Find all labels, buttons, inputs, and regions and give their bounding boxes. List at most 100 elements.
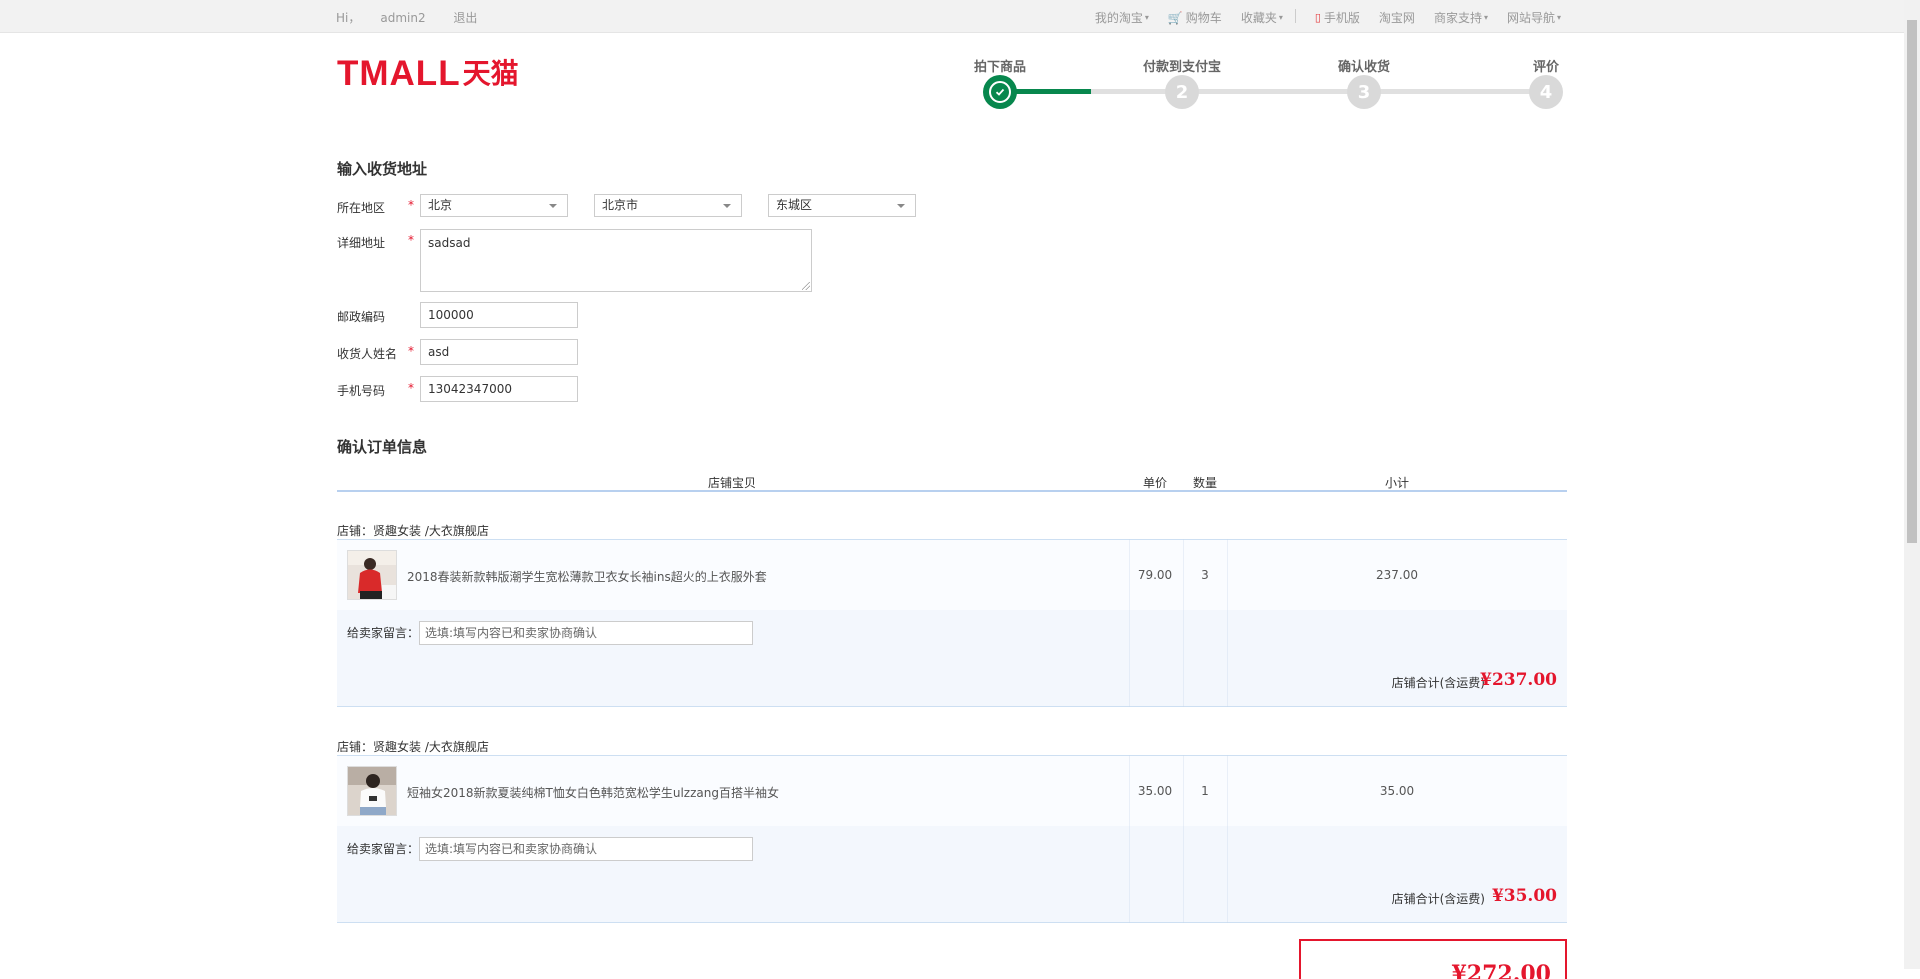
- logout-link[interactable]: 退出: [453, 11, 477, 25]
- shop-name: 店铺：贤趣女装 /大衣旗舰店: [337, 524, 489, 538]
- seller-message-placeholder: 选填:填写内容已和卖家协商确认: [425, 626, 598, 640]
- receiver-name-input[interactable]: asd: [420, 339, 578, 365]
- seller-message-row: 给卖家留言： 选填:填写内容已和卖家协商确认: [337, 610, 1567, 656]
- merchant-label: 商家支持: [1433, 11, 1482, 25]
- header-divider: [337, 490, 1567, 492]
- seller-message-row: 给卖家留言： 选填:填写内容已和卖家协商确认: [337, 826, 1567, 872]
- divider: [1294, 9, 1296, 23]
- quantity: 1: [1201, 784, 1209, 798]
- favorites-label: 收藏夹: [1240, 11, 1277, 25]
- seller-message-input[interactable]: 选填:填写内容已和卖家协商确认: [419, 837, 753, 861]
- postcode-label: 邮政编码: [337, 310, 386, 324]
- unit-price: 79.00: [1137, 568, 1173, 582]
- postcode-input[interactable]: 100000: [420, 302, 578, 328]
- merchant-support-menu[interactable]: 商家支持 ▾: [1434, 9, 1488, 26]
- phone-icon: ▯: [1314, 11, 1321, 24]
- chevron-down-icon: ▾: [1483, 13, 1488, 22]
- seller-message-input[interactable]: 选填:填写内容已和卖家协商确认: [419, 621, 753, 645]
- shop-name: 店铺：贤趣女装 /大衣旗舰店: [337, 740, 489, 754]
- district-value: 东城区: [776, 198, 813, 212]
- order-section-title: 确认订单信息: [337, 438, 428, 456]
- district-select[interactable]: 东城区: [768, 194, 916, 217]
- my-taobao-menu[interactable]: 我的淘宝 ▾: [1095, 9, 1149, 26]
- phone-input[interactable]: 13042347000: [420, 376, 578, 402]
- phone-value: 13042347000: [428, 382, 512, 396]
- check-icon: [989, 81, 1011, 103]
- logo-chinese: 天猫: [462, 57, 519, 90]
- city-value: 北京市: [602, 198, 639, 212]
- step-label-1: 拍下商品: [973, 60, 1027, 75]
- dropdown-caret-icon: [549, 204, 557, 208]
- province-select[interactable]: 北京: [420, 194, 568, 217]
- scrollbar-thumb[interactable]: [1907, 20, 1917, 543]
- required-mark: *: [408, 344, 414, 358]
- product-thumbnail[interactable]: [347, 550, 397, 600]
- step-label-2: 付款到支付宝: [1142, 60, 1222, 75]
- site-nav-label: 网站导航: [1506, 11, 1555, 25]
- vertical-scrollbar[interactable]: [1904, 0, 1920, 969]
- detail-address-textarea[interactable]: sadsad: [420, 229, 812, 292]
- required-mark: *: [408, 233, 414, 247]
- quantity: 3: [1201, 568, 1209, 582]
- line-subtotal: 237.00: [1376, 568, 1418, 582]
- col-item-header: 店铺宝贝: [707, 476, 757, 490]
- dropdown-caret-icon: [723, 204, 731, 208]
- seller-message-label: 给卖家留言：: [347, 842, 420, 856]
- address-section-title: 输入收货地址: [337, 160, 428, 178]
- site-nav-menu[interactable]: 网站导航 ▾: [1507, 9, 1561, 26]
- receiver-name-label: 收货人姓名: [337, 347, 398, 361]
- product-thumbnail[interactable]: [347, 766, 397, 816]
- column-divider: [1183, 755, 1184, 923]
- tmall-logo[interactable]: TMALL 天猫: [337, 56, 519, 91]
- shop-order-block: 短袖女2018新款夏装纯棉T恤女白色韩范宽松学生ulzzang百搭半袖女 35.…: [337, 755, 1567, 923]
- my-taobao-label: 我的淘宝: [1094, 11, 1143, 25]
- step-circle-2: 2: [1165, 75, 1199, 109]
- column-divider: [1183, 539, 1184, 707]
- province-value: 北京: [428, 198, 453, 212]
- step-label-4: 评价: [1532, 60, 1560, 75]
- shop-order-block: 2018春装新款韩版潮学生宽松薄款卫衣女长袖ins超火的上衣服外套 79.00 …: [337, 539, 1567, 707]
- shop-total-row: 店铺合计(含运费) ¥35.00: [337, 872, 1567, 923]
- step-circle-4: 4: [1529, 75, 1563, 109]
- region-label: 所在地区: [337, 201, 386, 215]
- shop-total-value: ¥35.00: [1491, 886, 1557, 906]
- shop-total-label: 店铺合计(含运费): [1391, 892, 1485, 906]
- chevron-down-icon: ▾: [1278, 13, 1283, 22]
- step-label-3: 确认收货: [1337, 60, 1391, 75]
- city-select[interactable]: 北京市: [594, 194, 742, 217]
- favorites-menu[interactable]: 收藏夹 ▾: [1241, 9, 1283, 26]
- mobile-link[interactable]: ▯ 手机版: [1315, 9, 1360, 26]
- chevron-down-icon: ▾: [1144, 13, 1149, 22]
- grand-total-value: ¥272.00: [1451, 961, 1551, 979]
- phone-label: 手机号码: [337, 384, 386, 398]
- col-subtotal-header: 小计: [1384, 476, 1410, 490]
- required-mark: *: [408, 381, 414, 395]
- unit-price: 35.00: [1137, 784, 1173, 798]
- column-divider: [1129, 755, 1130, 923]
- shop-total-row: 店铺合计(含运费) ¥237.00: [337, 656, 1567, 707]
- resize-grip-icon[interactable]: [802, 282, 810, 290]
- shop-total-label: 店铺合计(含运费): [1391, 676, 1485, 690]
- taobao-label: 淘宝网: [1378, 11, 1415, 25]
- table-row: 短袖女2018新款夏装纯棉T恤女白色韩范宽松学生ulzzang百搭半袖女 35.…: [337, 756, 1567, 826]
- cart-label: 购物车: [1185, 11, 1222, 25]
- postcode-value: 100000: [428, 308, 474, 322]
- detail-address-value: sadsad: [428, 236, 471, 250]
- username-link[interactable]: admin2: [380, 11, 425, 25]
- column-divider: [1227, 755, 1228, 923]
- column-divider: [1227, 539, 1228, 707]
- step-circle-1: [983, 75, 1017, 109]
- product-name-link[interactable]: 短袖女2018新款夏装纯棉T恤女白色韩范宽松学生ulzzang百搭半袖女: [407, 784, 779, 801]
- shop-total-value: ¥237.00: [1480, 670, 1557, 690]
- chevron-down-icon: ▾: [1556, 13, 1561, 22]
- grand-total-box: ¥272.00: [1299, 939, 1567, 979]
- taobao-link[interactable]: 淘宝网: [1379, 9, 1415, 26]
- top-nav-bar: Hi， admin2 退出 我的淘宝 ▾ 🛒 购物车 收藏夹 ▾ ▯ 手机版 淘宝网 商家…: [0, 0, 1904, 33]
- col-qty-header: 数量: [1192, 476, 1218, 490]
- step-circle-3: 3: [1347, 75, 1381, 109]
- greeting-text: Hi，: [336, 11, 361, 25]
- product-name-link[interactable]: 2018春装新款韩版潮学生宽松薄款卫衣女长袖ins超火的上衣服外套: [407, 568, 767, 585]
- required-mark: *: [408, 198, 414, 212]
- cart-link[interactable]: 🛒 购物车: [1168, 9, 1222, 26]
- dropdown-caret-icon: [897, 204, 905, 208]
